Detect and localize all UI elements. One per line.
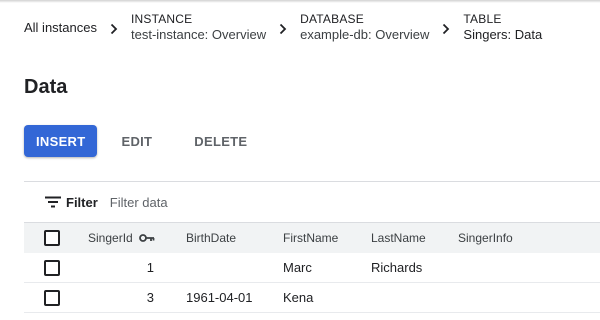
breadcrumb-instance-type: INSTANCE [130, 12, 193, 26]
column-header-birthdate[interactable]: BirthDate [186, 223, 236, 253]
breadcrumb-database-name: example-db: Overview [300, 27, 430, 42]
row-select-cell [44, 253, 60, 282]
breadcrumb: All instances INSTANCE test-instance: Ov… [24, 8, 600, 46]
table-header-row: SingerId BirthDate FirstName LastName Si… [24, 222, 600, 253]
chevron-right-icon [103, 18, 125, 40]
select-all-cell [44, 223, 60, 253]
top-shadow [0, 0, 600, 3]
breadcrumb-table-name: Singers: Data [463, 27, 543, 42]
edit-button[interactable]: EDIT [109, 125, 164, 157]
cell-lastname: Richards [371, 260, 423, 275]
filter-icon[interactable] [44, 193, 62, 211]
chevron-right-icon [272, 18, 294, 40]
row-select-cell [44, 283, 60, 312]
cell-firstname: Marc [283, 260, 312, 275]
data-table: SingerId BirthDate FirstName LastName Si… [24, 222, 600, 313]
filter-label[interactable]: Filter [66, 195, 98, 210]
breadcrumb-database-type: DATABASE [300, 12, 364, 26]
breadcrumb-all-instances[interactable]: All instances [24, 20, 97, 35]
delete-button[interactable]: DELETE [182, 125, 259, 157]
insert-button[interactable]: INSERT [24, 125, 98, 157]
column-header-lastname[interactable]: LastName [371, 223, 426, 253]
cell-firstname: Kena [283, 290, 314, 305]
select-all-checkbox[interactable] [44, 230, 60, 246]
breadcrumb-table: TABLE Singers: Data [463, 11, 542, 43]
breadcrumb-database[interactable]: DATABASE example-db: Overview [300, 11, 429, 43]
page-title: Data [24, 76, 68, 98]
row-checkbox[interactable] [44, 289, 60, 306]
cell-birthdate: 1961-04-01 [186, 290, 253, 305]
breadcrumb-instance[interactable]: INSTANCE test-instance: Overview [131, 11, 266, 43]
column-header-label: SingerId [88, 231, 133, 245]
column-header-singerinfo[interactable]: SingerInfo [458, 223, 513, 253]
cell-singerid: 1 [146, 260, 154, 275]
column-header-singerid[interactable]: SingerId [88, 223, 155, 253]
key-icon [138, 233, 155, 243]
chevron-right-icon [435, 18, 457, 40]
breadcrumb-table-type: TABLE [463, 12, 502, 26]
table-row[interactable]: 3 1961-04-01 Kena [24, 283, 600, 313]
cell-singerid: 3 [146, 290, 154, 305]
column-header-firstname[interactable]: FirstName [283, 223, 338, 253]
filter-bar: Filter [44, 192, 310, 212]
action-toolbar: INSERT EDIT DELETE [24, 125, 259, 157]
breadcrumb-instance-name: test-instance: Overview [130, 27, 267, 42]
row-checkbox[interactable] [44, 259, 60, 276]
table-row[interactable]: 1 Marc Richards [24, 253, 600, 283]
filter-input[interactable] [109, 194, 310, 210]
divider [24, 181, 600, 182]
